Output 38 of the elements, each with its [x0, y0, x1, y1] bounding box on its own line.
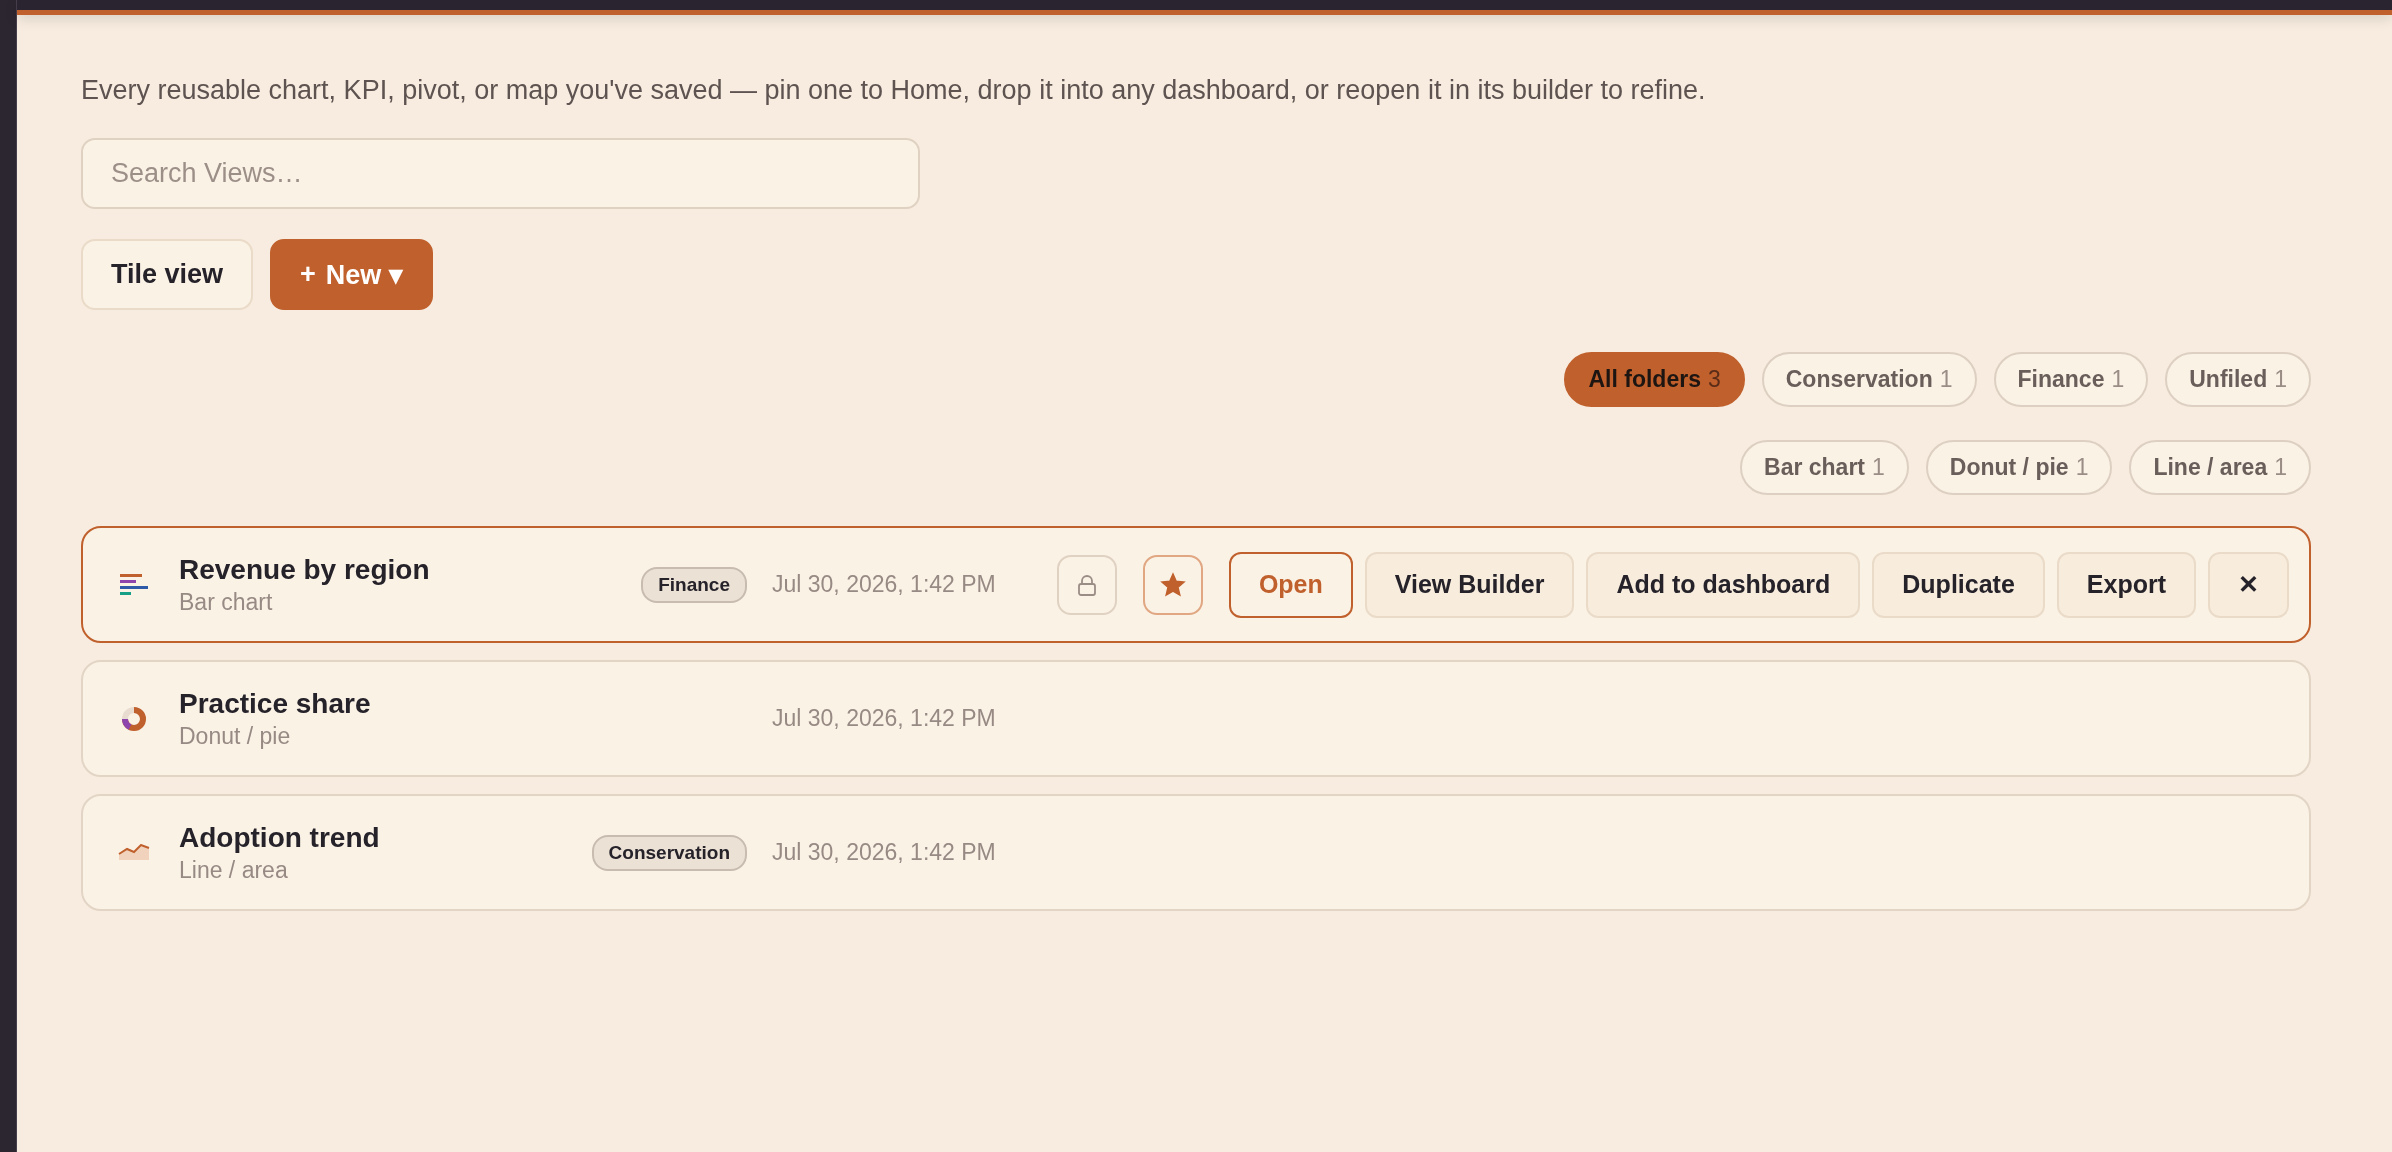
- view-title: Practice share: [179, 687, 372, 720]
- add-to-dashboard-button[interactable]: Add to dashboard: [1586, 551, 1861, 618]
- view-date: Jul 30, 2026, 1:42 PM: [772, 571, 996, 598]
- view-date: Jul 30, 2026, 1:42 PM: [772, 705, 996, 732]
- lock-icon: [1075, 573, 1098, 596]
- bar-chart-icon: [120, 574, 148, 595]
- filter-chip[interactable]: Finance 1: [1993, 352, 2149, 407]
- star-icon: [1159, 571, 1186, 598]
- filter-chip[interactable]: Line / area 1: [2129, 440, 2311, 495]
- view-type: Donut / pie: [179, 722, 292, 750]
- area-chart-icon: [118, 844, 150, 861]
- filter-chip[interactable]: Unfiled 1: [2165, 352, 2311, 407]
- filter-chip[interactable]: Donut / pie 1: [1925, 440, 2113, 495]
- view-row[interactable]: Adoption trend Line / area Conservation Jul 30, 2026, 1:42 PM: [81, 794, 2311, 911]
- tile-view-button[interactable]: Tile view: [81, 239, 254, 310]
- view-type: Line / area: [179, 856, 289, 884]
- donut-chart-icon: [122, 706, 146, 731]
- duplicate-button[interactable]: Duplicate: [1872, 551, 2045, 618]
- close-button[interactable]: ✕: [2208, 551, 2289, 618]
- search-field[interactable]: Search Views…: [81, 138, 920, 209]
- new-button[interactable]: + New ▾: [270, 239, 433, 310]
- view-date: Jul 30, 2026, 1:42 PM: [772, 839, 996, 866]
- lock-button[interactable]: [1056, 554, 1117, 615]
- view-builder-button[interactable]: View Builder: [1364, 551, 1575, 618]
- filter-chip[interactable]: Bar chart 1: [1740, 440, 1909, 495]
- open-button[interactable]: Open: [1228, 551, 1353, 618]
- filter-chip[interactable]: All folders 3: [1564, 352, 1745, 407]
- folder-tag: Finance: [641, 566, 747, 603]
- view-title: Adoption trend: [179, 821, 381, 854]
- filter-chip[interactable]: Conservation 1: [1761, 352, 1977, 407]
- export-button[interactable]: Export: [2056, 551, 2196, 618]
- view-type: Bar chart: [179, 588, 274, 616]
- view-row[interactable]: Revenue by region Bar chart Finance Jul 30, 2026, 1:42 PM Open View Builder Add to dashboard Duplicate Export ✕: [81, 526, 2311, 643]
- view-row[interactable]: Practice share Donut / pie Jul 30, 2026, 1:42 PM: [81, 660, 2311, 777]
- page-description: Every reusable chart, KPI, pivot, or map you've saved — pin one to Home, drop it into any dashboard, or reopen it in its builder to refine.: [81, 75, 1707, 106]
- folder-tag: Conservation: [591, 834, 747, 871]
- star-button[interactable]: [1142, 554, 1203, 615]
- view-title: Revenue by region: [179, 553, 431, 586]
